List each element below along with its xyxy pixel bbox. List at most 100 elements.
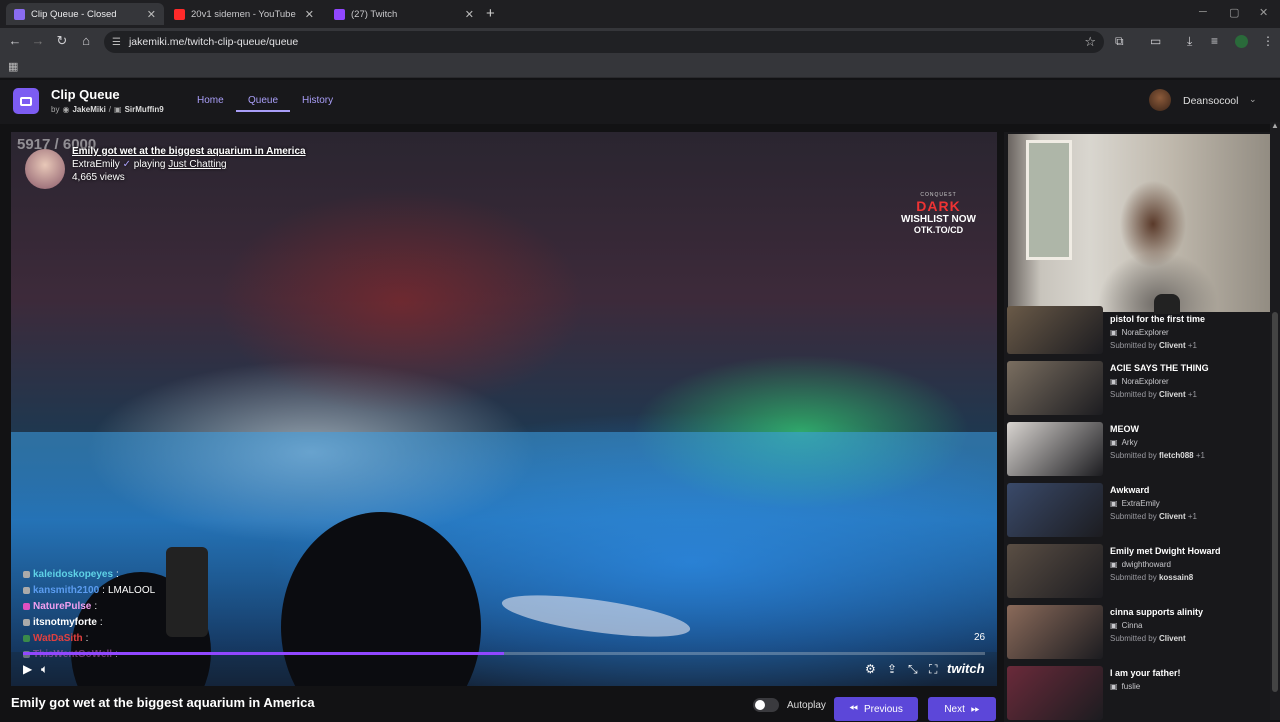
queue-item-thumbnail[interactable] <box>1007 544 1103 598</box>
queue-item-title[interactable]: pistol for the first time <box>1110 314 1205 324</box>
home-icon[interactable]: ⌂ <box>77 33 95 48</box>
user-name[interactable]: Deansocool <box>1183 95 1238 107</box>
forward-icon[interactable]: → <box>29 33 47 48</box>
nav-home[interactable]: Home <box>197 95 224 106</box>
app-title: Clip Queue <box>51 87 120 102</box>
chat-badge-icon <box>23 570 30 578</box>
window-close-icon[interactable]: ✕ <box>1259 6 1268 19</box>
menu-icon[interactable]: ⋮ <box>1262 34 1274 48</box>
chat-username: WatDaSith <box>33 632 83 644</box>
play-icon[interactable]: ▶ <box>23 662 32 676</box>
chat-line: NaturePulse : <box>23 598 155 614</box>
progress-bar[interactable] <box>23 652 985 655</box>
queue-item[interactable]: Emily met Dwight Howard ▣ dwighthoward Subm… <box>1007 544 1267 600</box>
clip-title[interactable]: Emily got wet at the biggest aquarium in… <box>72 146 306 157</box>
nav-history[interactable]: History <box>302 95 333 106</box>
scrollbar-thumb[interactable] <box>1272 312 1278 692</box>
queue-item[interactable]: MEOW ▣ Arky Submitted by fletch088 +1 <box>1007 422 1267 478</box>
chat-sep: : <box>99 616 103 628</box>
author-jakemiki[interactable]: JakeMiki <box>72 105 105 114</box>
maximize-icon[interactable]: ▢ <box>1229 6 1239 19</box>
webcam-overlay <box>1008 134 1270 314</box>
queue-item-streamer-line: ▣ NoraExplorer <box>1110 328 1169 337</box>
settings-icon[interactable]: ⚙ <box>865 662 876 676</box>
nav-queue[interactable]: Queue <box>236 95 291 112</box>
submitted-by-label: Submitted by <box>1110 512 1157 521</box>
queue-item[interactable]: cinna supports alinity ▣ Cinna Submitted by… <box>1007 605 1267 661</box>
back-icon[interactable]: ← <box>6 33 24 48</box>
volume-icon[interactable]: 🔈︎ <box>41 662 48 677</box>
reload-icon[interactable]: ↻ <box>53 33 71 49</box>
extensions-icon[interactable]: ⧉ <box>1115 34 1124 49</box>
chat-username: itsnotmyforte <box>33 616 97 628</box>
apps-grid-icon[interactable]: ▦ <box>8 60 18 73</box>
reading-list-icon[interactable]: ≡ <box>1211 34 1218 48</box>
queue-item[interactable]: ACIE SAYS THE THING ▣ NoraExplorer Submitte… <box>1007 361 1267 417</box>
queue-item[interactable]: I am your father! ▣ fuslie <box>1007 666 1267 722</box>
url-text[interactable]: jakemiki.me/twitch-clip-queue/queue <box>129 36 298 48</box>
author-sirmuffin[interactable]: SirMuffin9 <box>125 105 164 114</box>
queue-item[interactable]: Awkward ▣ ExtraEmily Submitted by Clivent +… <box>1007 483 1267 539</box>
cast-icon[interactable]: ▭ <box>1150 34 1161 48</box>
sponsor-line: WISHLIST NOW <box>901 214 976 225</box>
queue-item-thumbnail[interactable] <box>1007 422 1103 476</box>
queue-item-submitter-line: Submitted by Clivent +1 <box>1110 390 1197 399</box>
tab-twitch[interactable]: (27) Twitch ✕ <box>326 3 482 25</box>
scroll-up-icon[interactable]: ▲ <box>1271 121 1279 130</box>
broadcast-icon: ▣ <box>1110 499 1118 508</box>
video-player[interactable]: CONQUEST DARK WISHLIST NOW OTK.TO/CD 591… <box>11 132 997 686</box>
webcam-mic <box>1154 294 1180 314</box>
queue-item-thumbnail[interactable] <box>1007 666 1103 720</box>
twitch-favicon-icon <box>334 8 345 20</box>
queue-item-streamer-line: ▣ NoraExplorer <box>1110 377 1169 386</box>
fullscreen-icon[interactable]: ⛶ <box>929 662 937 677</box>
chevron-down-icon[interactable]: ⌄ <box>1249 94 1257 105</box>
playing-label: playing <box>133 159 166 170</box>
browser-tab-bar: Clip Queue - Closed ✕ 20v1 sidemen - You… <box>0 0 1280 28</box>
queue-item-thumbnail[interactable] <box>1007 306 1103 354</box>
queue-item-streamer: ExtraEmily <box>1121 499 1160 508</box>
autoplay-toggle[interactable] <box>753 698 779 712</box>
minimize-icon[interactable]: ─ <box>1199 6 1207 18</box>
tab-youtube[interactable]: 20v1 sidemen - YouTube ✕ <box>166 3 322 25</box>
tab-clip-queue[interactable]: Clip Queue - Closed ✕ <box>6 3 164 25</box>
previous-button[interactable]: ⏪︎ Previous <box>834 697 918 721</box>
chat-username: kaleidoskopeyes <box>33 568 114 580</box>
queue-item-title[interactable]: Awkward <box>1110 485 1149 495</box>
queue-item-thumbnail[interactable] <box>1007 483 1103 537</box>
url-bar[interactable]: ☰ jakemiki.me/twitch-clip-queue/queue ☆ <box>104 31 1104 53</box>
share-icon[interactable]: ⇪ <box>887 662 897 676</box>
current-clip-title: Emily got wet at the biggest aquarium in… <box>11 695 315 710</box>
twitch-logo[interactable]: twitch <box>947 661 985 676</box>
submitted-by-label: Submitted by <box>1110 451 1157 460</box>
remaining-time: 26 <box>974 632 986 643</box>
queue-item-title[interactable]: MEOW <box>1110 424 1139 434</box>
queue-item-thumbnail[interactable] <box>1007 361 1103 415</box>
bookmark-star-icon[interactable]: ☆ <box>1084 34 1096 50</box>
download-icon[interactable]: ⤓ <box>1187 34 1192 49</box>
queue-item-thumbnail[interactable] <box>1007 605 1103 659</box>
close-tab-icon[interactable]: ✕ <box>147 8 156 21</box>
clip-category[interactable]: Just Chatting <box>168 159 226 170</box>
verified-icon: ✓ <box>122 159 131 170</box>
new-tab-button[interactable]: + <box>486 5 495 22</box>
chat-username: kansmith2100 <box>33 584 100 596</box>
sponsor-name: DARK <box>916 198 961 214</box>
close-tab-icon[interactable]: ✕ <box>305 8 314 21</box>
profile-icon[interactable] <box>1235 35 1248 48</box>
clip-queue-logo-icon[interactable] <box>13 88 39 114</box>
theater-mode-icon[interactable]: ⤡ <box>908 662 918 677</box>
broadcast-icon: ▣ <box>1110 438 1118 447</box>
queue-item-title[interactable]: I am your father! <box>1110 668 1181 678</box>
queue-item[interactable]: pistol for the first time ▣ NoraExplorer Su… <box>1007 306 1267 368</box>
submitted-by-label: Submitted by <box>1110 341 1157 350</box>
streamer-avatar[interactable] <box>25 149 65 189</box>
queue-item-title[interactable]: ACIE SAYS THE THING <box>1110 363 1209 373</box>
queue-item-title[interactable]: Emily met Dwight Howard <box>1110 546 1221 556</box>
close-tab-icon[interactable]: ✕ <box>465 8 474 21</box>
user-avatar[interactable] <box>1149 89 1171 111</box>
queue-item-title[interactable]: cinna supports alinity <box>1110 607 1203 617</box>
clip-streamer[interactable]: ExtraEmily <box>72 159 120 170</box>
next-button[interactable]: Next ⏩︎ <box>928 697 996 721</box>
site-info-icon[interactable]: ☰ <box>112 37 121 48</box>
